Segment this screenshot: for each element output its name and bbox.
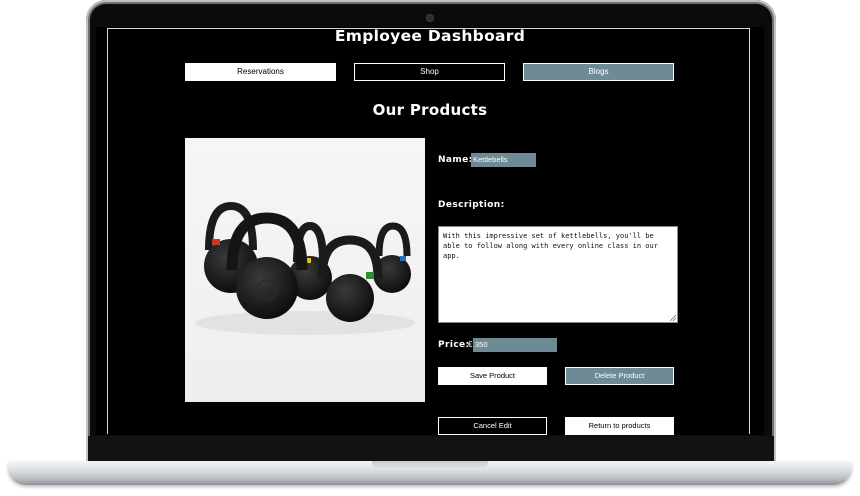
save-product-button[interactable]: Save Product <box>438 367 547 385</box>
nav-reservations-button[interactable]: Reservations <box>185 63 336 81</box>
return-to-products-button[interactable]: Return to products <box>565 417 674 435</box>
delete-product-button[interactable]: Delete Product <box>565 367 674 385</box>
nav-shop-button[interactable]: Shop <box>354 63 505 81</box>
laptop-mockup: Employee Dashboard Reservations Shop Blo… <box>0 0 860 496</box>
description-text: With this impressive set of kettlebells,… <box>443 232 658 260</box>
camera-dot <box>427 15 433 21</box>
page-title: Employee Dashboard <box>334 27 526 45</box>
price-label: Price: <box>438 340 470 350</box>
description-label: Description: <box>438 200 505 210</box>
laptop-screen: Employee Dashboard Reservations Shop Blo… <box>96 27 764 435</box>
nav-blogs-button[interactable]: Blogs <box>523 63 674 81</box>
product-description-textarea[interactable]: With this impressive set of kettlebells,… <box>438 226 678 323</box>
product-price-input[interactable]: 350 <box>473 338 557 352</box>
product-name-input[interactable]: Kettlebells <box>471 153 536 167</box>
laptop-chin <box>88 436 774 462</box>
resize-grip-icon[interactable] <box>670 315 676 321</box>
name-label: Name: <box>438 155 473 165</box>
kettlebells-icon <box>195 201 415 335</box>
section-title: Our Products <box>372 101 488 119</box>
product-image <box>185 138 425 402</box>
currency-symbol: € <box>468 340 473 349</box>
laptop-notch <box>372 461 488 470</box>
cancel-edit-button[interactable]: Cancel Edit <box>438 417 547 435</box>
